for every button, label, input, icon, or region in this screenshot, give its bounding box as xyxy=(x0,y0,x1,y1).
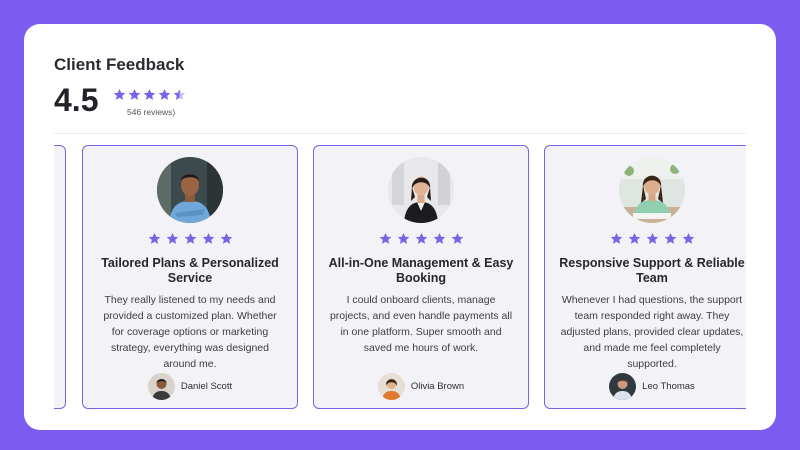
star-icon xyxy=(143,88,156,101)
star-icon xyxy=(113,88,126,101)
testimonial-card-partial[interactable] xyxy=(54,145,66,409)
author-name: Daniel Scott xyxy=(180,381,233,392)
average-score: 4.5 xyxy=(54,82,99,118)
testimonial-title: All-in-One Management & Easy Booking xyxy=(328,256,514,285)
rating-stars xyxy=(83,232,297,245)
testimonial-text: They really listened to my needs and pro… xyxy=(103,294,277,370)
star-icon xyxy=(158,88,171,101)
average-rating-stars xyxy=(113,88,186,101)
review-count: 546 reviews) xyxy=(127,107,176,117)
star-icon xyxy=(433,232,446,245)
author: Leo Thomas xyxy=(545,373,746,400)
rating-stars xyxy=(314,232,528,245)
author-name: Leo Thomas xyxy=(642,381,695,392)
star-icon xyxy=(148,232,161,245)
testimonial-title: Responsive Support & Reliable Team xyxy=(559,256,745,285)
star-icon xyxy=(664,232,677,245)
testimonial-title: Tailored Plans & Personalized Service xyxy=(101,256,279,285)
testimonial-text: I could onboard clients, manage projects… xyxy=(329,294,513,354)
testimonial-text: Whenever I had questions, the support te… xyxy=(560,294,744,370)
testimonial-card[interactable]: Responsive Support & Reliable Team Whene… xyxy=(544,145,746,409)
rating-stars xyxy=(545,232,746,245)
avatar xyxy=(377,373,405,400)
section-title: Client Feedback xyxy=(54,55,185,74)
star-icon xyxy=(220,232,233,245)
half-star-icon xyxy=(173,88,186,101)
star-icon xyxy=(202,232,215,245)
star-icon xyxy=(451,232,464,245)
client-photo xyxy=(388,157,454,223)
star-icon xyxy=(610,232,623,245)
star-icon xyxy=(646,232,659,245)
feedback-panel: Client Feedback 4.5 546 reviews) Tailore… xyxy=(24,24,776,430)
star-icon xyxy=(397,232,410,245)
testimonial-carousel[interactable]: Tailored Plans & Personalized Service Th… xyxy=(54,145,746,409)
avatar xyxy=(609,373,637,400)
star-icon xyxy=(184,232,197,245)
star-icon xyxy=(379,232,392,245)
star-icon xyxy=(628,232,641,245)
star-icon xyxy=(682,232,695,245)
avatar xyxy=(147,373,175,400)
author-name: Olivia Brown xyxy=(410,381,465,392)
client-photo xyxy=(157,157,223,223)
star-icon xyxy=(415,232,428,245)
star-icon xyxy=(166,232,179,245)
testimonial-card[interactable]: Tailored Plans & Personalized Service Th… xyxy=(82,145,298,409)
star-icon xyxy=(128,88,141,101)
divider xyxy=(54,133,746,134)
author: Daniel Scott xyxy=(83,373,297,400)
client-photo xyxy=(619,157,685,223)
testimonial-card[interactable]: All-in-One Management & Easy Booking I c… xyxy=(313,145,529,409)
author: Olivia Brown xyxy=(314,373,528,400)
